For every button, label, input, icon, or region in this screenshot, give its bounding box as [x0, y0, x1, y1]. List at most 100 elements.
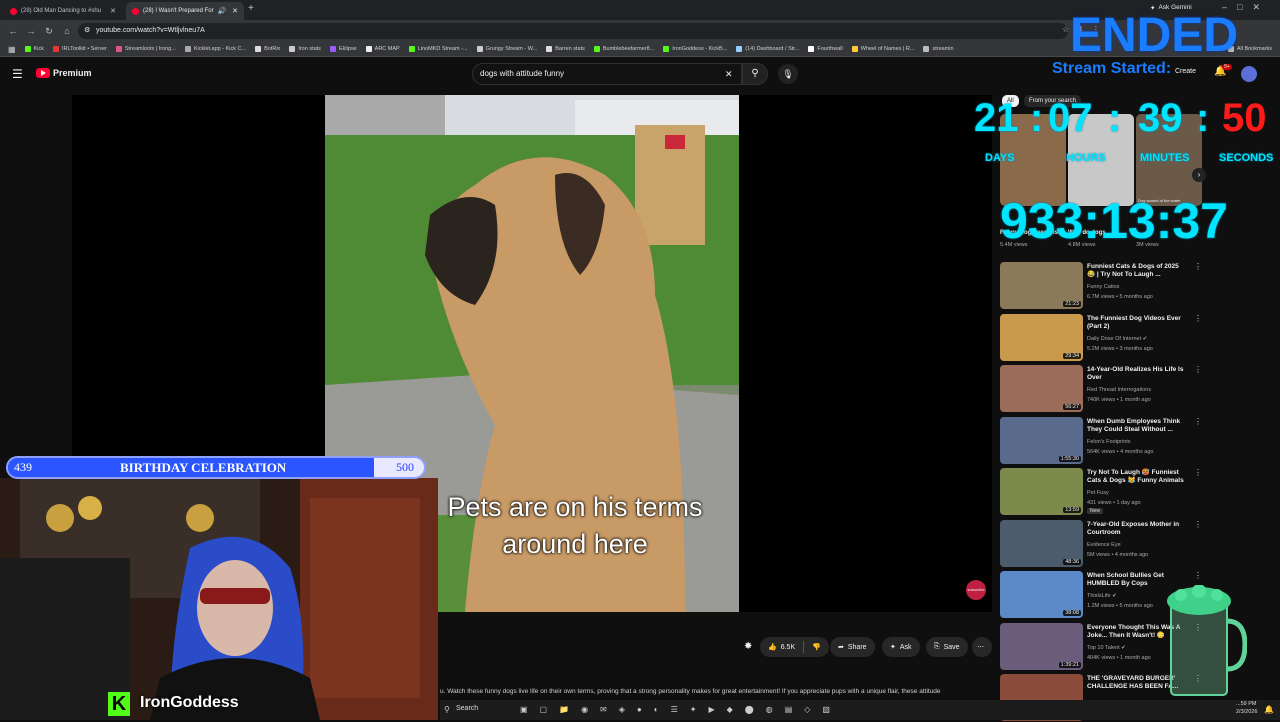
- new-tab-button[interactable]: +: [248, 3, 254, 14]
- taskbar-time: ...59 PM: [1236, 701, 1257, 707]
- ask-label: Ask: [899, 643, 912, 651]
- bookmark[interactable]: LinoMKD Stream -...: [408, 46, 468, 52]
- countdown-label: HOURS: [1066, 152, 1106, 164]
- notification-center-icon[interactable]: 🔔: [1264, 705, 1274, 714]
- share-icon: ➦: [838, 644, 844, 651]
- bookmark-folder[interactable]: streamin: [923, 46, 954, 52]
- video-title[interactable]: When Dumb Employees Think They Could Ste…: [1087, 418, 1187, 434]
- video-title[interactable]: 7-Year-Old Exposes Mother in Courtroom: [1087, 521, 1187, 537]
- bookmark[interactable]: Eklipse: [329, 46, 357, 52]
- ai-sparkle-icon[interactable]: ✸: [744, 641, 752, 652]
- more-options-icon[interactable]: ⋮: [1194, 314, 1202, 323]
- subscribe-watermark[interactable]: subscribe: [966, 580, 986, 600]
- channel-name[interactable]: Daily Dose Of Internet ✔: [1087, 336, 1147, 342]
- video-description[interactable]: u. Watch these funny dogs live life on t…: [440, 688, 1000, 695]
- notification-badge: 9+: [1222, 64, 1232, 70]
- save-button[interactable]: ⎘ Save: [926, 637, 968, 657]
- stream-started-label: Stream Started:: [1052, 60, 1172, 77]
- bookmark[interactable]: Barren stats: [546, 46, 585, 52]
- browser-tab[interactable]: (28) Old Man Dancing to #shu ✕: [4, 2, 122, 20]
- site-info-icon[interactable]: ⚙: [84, 23, 90, 39]
- hamburger-menu-icon[interactable]: ☰: [12, 67, 23, 81]
- windows-taskbar: ⚲ Search ▣▢📁◉✉◈●◐☰✦▶◆⬤◍▤◇▧ ...59 PM 2/3/…: [440, 700, 1280, 720]
- duration-badge: 13:59: [1063, 507, 1081, 513]
- home-icon[interactable]: ⌂: [60, 24, 74, 38]
- apps-icon[interactable]: ▦: [8, 45, 16, 54]
- channel-name[interactable]: Red Thread Interrogations: [1087, 387, 1151, 393]
- channel-name[interactable]: Pet Fusy: [1087, 490, 1109, 496]
- video-title[interactable]: 14-Year-Old Realizes His Life Is Over: [1087, 366, 1187, 382]
- search-icon[interactable]: ⚲: [444, 705, 450, 714]
- video-title[interactable]: Try Not To Laugh 🥵 Funniest Cats & Dogs …: [1087, 469, 1187, 485]
- recommendation-item[interactable]: 21:23 Funniest Cats & Dogs of 2025 😂 | Tr…: [1000, 262, 1202, 310]
- streamer-name: IronGoddess: [140, 694, 239, 711]
- video-caption-line: Pets are on his terms: [447, 492, 703, 522]
- more-options-icon[interactable]: ⋮: [1194, 571, 1202, 580]
- like-button[interactable]: 👍 6.5K 👎: [760, 637, 829, 657]
- reload-icon[interactable]: ↻: [42, 24, 56, 38]
- video-meta: 5M views • 4 months ago: [1087, 551, 1149, 558]
- create-button[interactable]: Create: [1175, 68, 1196, 75]
- recommendation-item[interactable]: 1:55:30 When Dumb Employees Think They Co…: [1000, 416, 1202, 465]
- video-meta: 6.7M views • 5 months ago: [1087, 294, 1153, 300]
- bookmark[interactable]: Kicklet.app - Kick C...: [184, 46, 246, 52]
- bookmark[interactable]: Kick: [24, 46, 44, 52]
- recommendation-item[interactable]: 29:34 The Funniest Dog Videos Ever (Part …: [1000, 313, 1202, 362]
- taskbar-app-icons[interactable]: ▣▢📁◉✉◈●◐☰✦▶◆⬤◍▤◇▧: [520, 705, 842, 714]
- more-options-icon[interactable]: ⋮: [1194, 468, 1202, 477]
- countdown-hours: 07: [1048, 96, 1093, 140]
- bookmark[interactable]: Grungy Stream - W...: [476, 46, 537, 52]
- audio-icon[interactable]: 🔊: [218, 7, 227, 15]
- browser-tab-active[interactable]: (28) I Wasn't Prepared For 🔊 ✕: [126, 2, 244, 20]
- youtube-favicon-icon: [10, 7, 17, 15]
- recommendation-item[interactable]: 13:59 Try Not To Laugh 🥵 Funniest Cats & …: [1000, 468, 1202, 516]
- search-input[interactable]: dogs with attitude funny ✕: [472, 63, 742, 85]
- bookmark[interactable]: Wheel of Names | R...: [851, 46, 914, 52]
- ask-button[interactable]: ✦ Ask: [882, 637, 920, 657]
- channel-name[interactable]: Evidence Eye: [1087, 542, 1121, 548]
- close-tab-icon[interactable]: ✕: [110, 7, 116, 15]
- more-actions-button[interactable]: ⋯: [972, 637, 992, 657]
- taskbar-search-label[interactable]: Search: [456, 705, 478, 712]
- recommendation-item[interactable]: 56:27 14-Year-Old Realizes His Life Is Ov…: [1000, 365, 1202, 413]
- channel-name[interactable]: Funny Catios: [1087, 284, 1119, 290]
- share-label: Share: [847, 643, 867, 651]
- more-options-icon[interactable]: ⋮: [1194, 365, 1202, 374]
- countdown-seconds: 50: [1222, 96, 1267, 140]
- bookmark-icon: ⎘: [934, 643, 940, 650]
- more-options-icon[interactable]: ⋮: [1194, 520, 1202, 529]
- avatar[interactable]: [1241, 66, 1257, 82]
- channel-name[interactable]: Felon's Footprints: [1087, 439, 1131, 445]
- bookmark[interactable]: IronGoddess - KickB...: [663, 46, 727, 52]
- bookmark[interactable]: (14) Dashboard / Str...: [736, 46, 799, 52]
- forward-icon[interactable]: →: [24, 24, 38, 38]
- channel-name[interactable]: ThisIsLife ✔: [1087, 593, 1117, 599]
- video-meta: 564K views • 4 months ago: [1087, 448, 1154, 455]
- back-icon[interactable]: ←: [6, 24, 20, 38]
- thumbs-down-icon[interactable]: 👎: [812, 643, 821, 651]
- close-tab-icon[interactable]: ✕: [232, 7, 238, 15]
- countdown-days: 21: [974, 96, 1019, 140]
- bookmark[interactable]: Iron stats: [289, 46, 321, 52]
- youtube-logo[interactable]: Premium: [36, 68, 92, 78]
- bookmark[interactable]: Bumblebeefarmer8...: [593, 46, 654, 52]
- next-chevron-icon[interactable]: ›: [1192, 168, 1206, 182]
- bookmark[interactable]: ARC MAP: [365, 46, 400, 52]
- bookmark[interactable]: Streamloots | Irong...: [115, 46, 176, 52]
- bookmark[interactable]: BotRix: [255, 46, 280, 52]
- duration-badge: 21:23: [1063, 301, 1081, 307]
- clear-search-icon[interactable]: ✕: [725, 64, 733, 84]
- video-title[interactable]: Funniest Cats & Dogs of 2025 😂 | Try Not…: [1087, 263, 1187, 279]
- recommendation-item[interactable]: 48:36 7-Year-Old Exposes Mother in Courtr…: [1000, 519, 1202, 568]
- search-button[interactable]: ⚲: [742, 63, 768, 85]
- share-button[interactable]: ➦ Share: [830, 637, 875, 657]
- bookmark[interactable]: Fourthwall: [808, 46, 843, 52]
- video-meta: 5.2M views • 3 months ago: [1087, 345, 1153, 352]
- video-title[interactable]: The Funniest Dog Videos Ever (Part 2): [1087, 315, 1187, 331]
- url-field[interactable]: ⚙ youtube.com/watch?v=Wtljvlneu7A: [78, 23, 1068, 39]
- channel-name[interactable]: Top 10 Talent ✔: [1087, 645, 1126, 651]
- voice-search-button[interactable]: 🎙: [778, 64, 798, 84]
- more-options-icon[interactable]: ⋮: [1194, 262, 1202, 271]
- more-options-icon[interactable]: ⋮: [1194, 417, 1202, 426]
- bookmark[interactable]: IRLToolkit • Server: [52, 46, 107, 52]
